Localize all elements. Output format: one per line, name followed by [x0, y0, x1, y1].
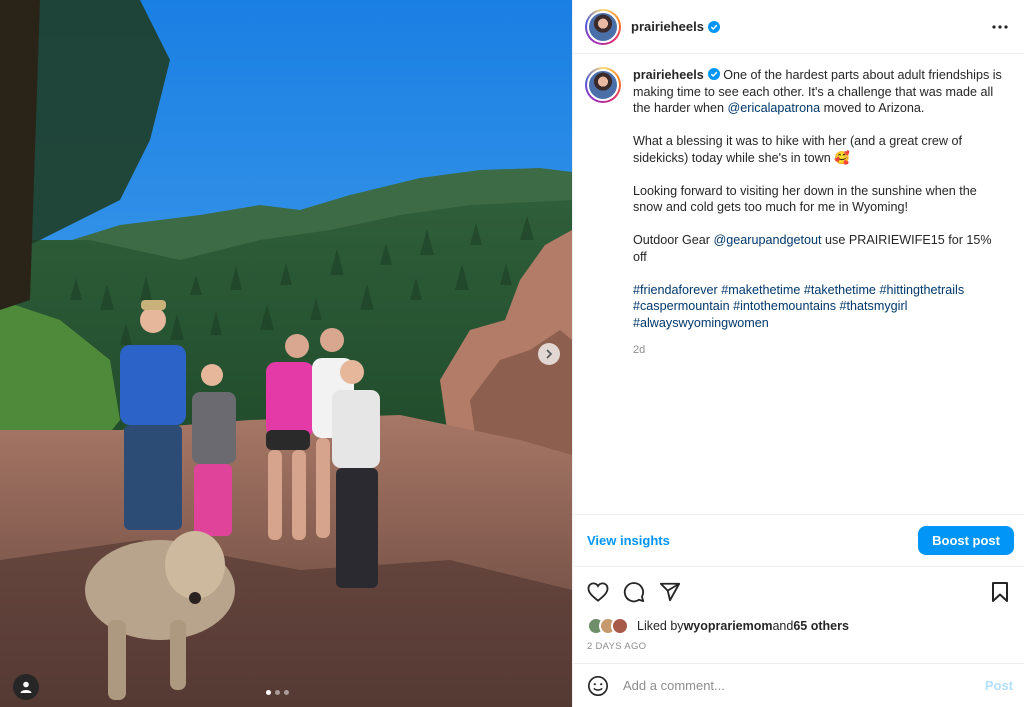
bookmark-icon: [992, 582, 1008, 602]
caption-paragraph: What a blessing it was to hike with her …: [633, 133, 1003, 166]
view-insights-link[interactable]: View insights: [587, 533, 670, 548]
share-button[interactable]: [657, 579, 683, 605]
like-button[interactable]: [585, 579, 611, 605]
caption-mention-link[interactable]: @ericalapatrona: [728, 101, 821, 115]
caption-hashtag-link[interactable]: #alwayswyomingwomen: [633, 316, 769, 330]
caption-text: What a blessing it was to hike with her …: [633, 134, 962, 165]
post-comment-button[interactable]: Post: [985, 678, 1013, 693]
caption-hashtag-link[interactable]: #hittingthetrails: [879, 283, 964, 297]
caption-hashtag-link[interactable]: #caspermountain: [633, 299, 730, 313]
caption-paragraph: prairieheels One of the hardest parts ab…: [633, 67, 1003, 117]
chevron-right-icon: [546, 349, 553, 359]
liked-by-user-link[interactable]: wyoprariemom: [684, 619, 773, 633]
carousel-dot: [266, 690, 271, 695]
caption-hashtag-link[interactable]: #friendaforever: [633, 283, 718, 297]
caption-author-username[interactable]: prairieheels: [633, 68, 704, 82]
caption-paragraph: Outdoor Gear @gearupandgetout use PRAIRI…: [633, 232, 1003, 265]
caption-paragraph: #friendaforever #makethetime #takethetim…: [633, 282, 1003, 332]
post-date[interactable]: 2 DAYS AGO: [587, 641, 646, 652]
carousel-indicator: [266, 690, 289, 695]
emoji-button[interactable]: [585, 673, 611, 699]
verified-badge-icon: [708, 20, 720, 33]
save-button[interactable]: [987, 579, 1013, 605]
caption-text: Looking forward to visiting her down in …: [633, 183, 977, 215]
insights-bar: View insights Boost post: [573, 514, 1024, 567]
boost-post-button[interactable]: Boost post: [918, 526, 1014, 555]
carousel-dot: [275, 690, 280, 695]
caption-hashtag-link[interactable]: #intothemountains: [733, 299, 836, 313]
liked-by-and: and: [772, 619, 794, 633]
caption-text: moved to Arizona.: [820, 101, 925, 115]
comment-button[interactable]: [621, 579, 647, 605]
caption-area: prairieheels One of the hardest parts ab…: [573, 55, 1024, 513]
liker-avatars[interactable]: [587, 617, 629, 635]
liked-by-prefix: Liked by: [637, 619, 684, 633]
tagged-user-icon: [20, 681, 32, 693]
hike-photo-image: [0, 0, 572, 707]
verified-badge-icon: [707, 68, 720, 80]
caption-author-avatar[interactable]: [585, 67, 621, 103]
liker-avatar: [611, 617, 629, 635]
post-photo[interactable]: [0, 0, 572, 707]
heart-icon: [587, 582, 609, 602]
carousel-next-button[interactable]: [538, 343, 560, 365]
emoji-icon: [588, 675, 608, 696]
caption-text: Outdoor Gear: [633, 233, 714, 247]
post-caption: prairieheels One of the hardest parts ab…: [633, 67, 1003, 348]
carousel-dot: [284, 690, 289, 695]
more-options-icon: [992, 24, 1008, 29]
comment-composer: Add a comment... Post: [573, 663, 1024, 707]
caption-hashtag-link[interactable]: #thatsmygirl: [840, 299, 908, 313]
likes-summary: Liked by wyoprariemom and 65 others: [587, 617, 849, 635]
post-details-panel: prairieheels prairieheels One of the har…: [572, 0, 1024, 707]
comment-icon: [623, 582, 645, 603]
liked-by-others-link[interactable]: 65 others: [793, 619, 849, 633]
tagged-users-button[interactable]: [13, 674, 39, 700]
share-icon: [659, 582, 681, 602]
caption-paragraph: Looking forward to visiting her down in …: [633, 183, 1003, 216]
caption-hashtag-link[interactable]: #takethetime: [804, 283, 876, 297]
comment-input[interactable]: Add a comment...: [623, 678, 985, 693]
author-username[interactable]: prairieheels: [631, 19, 704, 34]
caption-mention-link[interactable]: @gearupandgetout: [714, 233, 822, 247]
post-actions: [573, 576, 1024, 608]
caption-hashtag-link[interactable]: #makethetime: [721, 283, 800, 297]
more-options-button[interactable]: [988, 15, 1012, 39]
author-avatar[interactable]: [585, 8, 621, 45]
post-header: prairieheels: [573, 0, 1024, 54]
